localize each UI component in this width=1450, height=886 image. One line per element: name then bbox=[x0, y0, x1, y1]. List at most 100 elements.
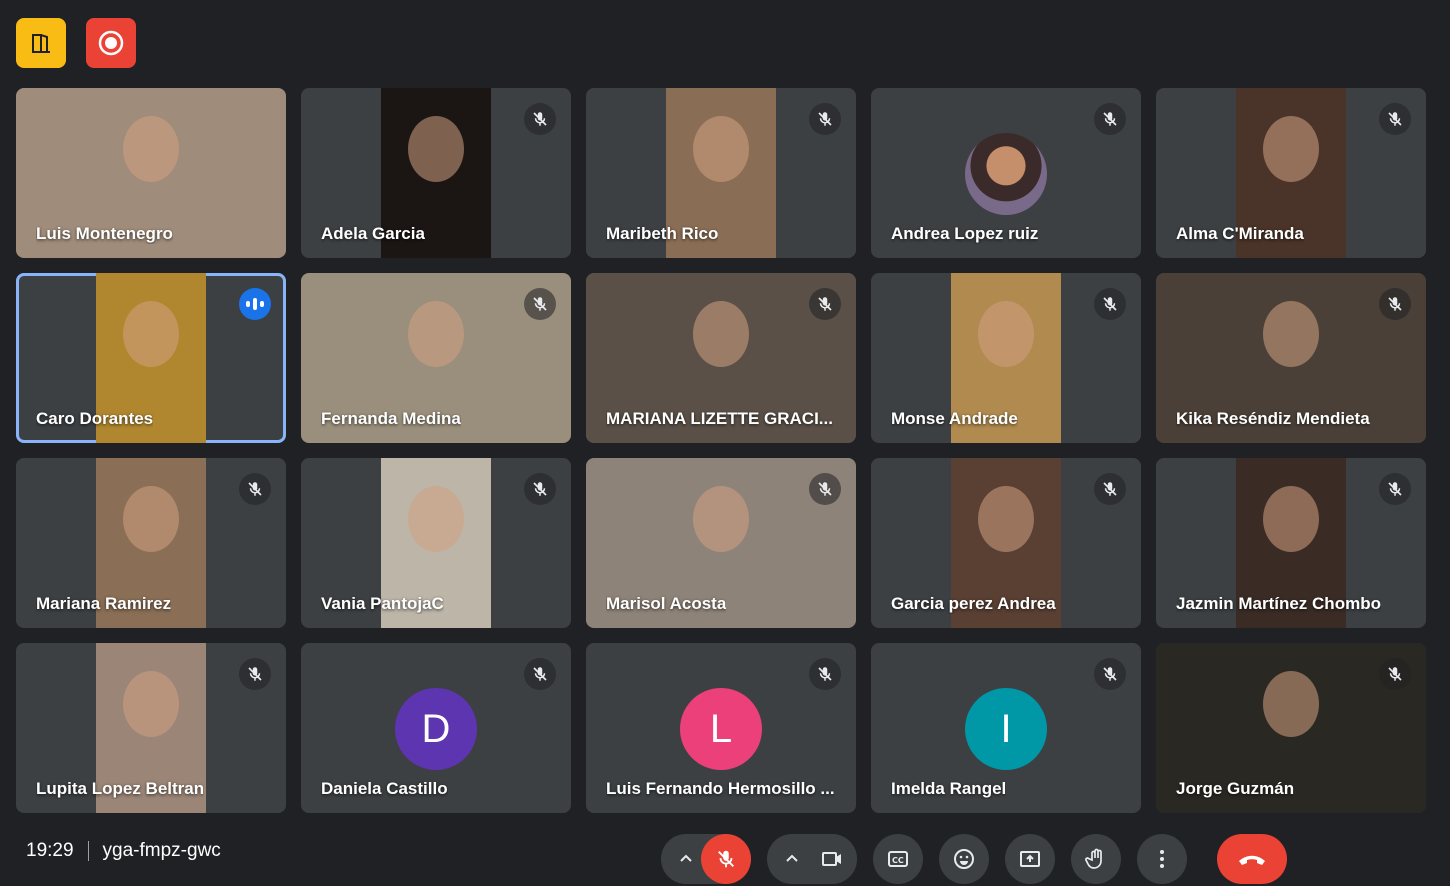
participant-tile[interactable]: Alma C'Miranda bbox=[1156, 88, 1426, 258]
captions-button[interactable]: CC bbox=[873, 834, 923, 884]
bottom-bar: 19:29 yga-fmpz-gwc CC bbox=[0, 826, 1450, 886]
microphone-off-icon bbox=[809, 658, 841, 690]
microphone-off-icon bbox=[1094, 473, 1126, 505]
present-screen-icon bbox=[1018, 847, 1042, 871]
raise-hand-button[interactable] bbox=[1071, 834, 1121, 884]
more-options-button[interactable] bbox=[1137, 834, 1187, 884]
leave-door-badge[interactable] bbox=[16, 18, 66, 68]
top-badges bbox=[16, 18, 136, 68]
participant-tile[interactable]: Caro Dorantes bbox=[16, 273, 286, 443]
participant-tile[interactable]: L Luis Fernando Hermosillo ... bbox=[586, 643, 856, 813]
participant-grid: Luis Montenegro Adela Garcia Maribeth Rico… bbox=[16, 88, 1426, 813]
participant-name: Jorge Guzmán bbox=[1176, 779, 1295, 798]
reactions-button[interactable] bbox=[939, 834, 989, 884]
speaking-indicator-icon bbox=[239, 288, 271, 320]
door-icon bbox=[29, 31, 53, 55]
participant-name: Maribeth Rico bbox=[606, 224, 719, 243]
microphone-off-icon bbox=[1094, 658, 1126, 690]
participant-tile[interactable]: Monse Andrade bbox=[871, 273, 1141, 443]
microphone-off-icon bbox=[1379, 103, 1411, 135]
meeting-info: 19:29 yga-fmpz-gwc bbox=[26, 840, 221, 862]
microphone-off-icon bbox=[239, 473, 271, 505]
microphone-off-icon bbox=[715, 848, 737, 870]
participant-video-face bbox=[978, 486, 1034, 553]
microphone-off-icon bbox=[1379, 288, 1411, 320]
participant-video-face bbox=[123, 486, 179, 553]
participant-tile[interactable]: MARIANA LIZETTE GRACI... bbox=[586, 273, 856, 443]
participant-name: Luis Montenegro bbox=[36, 224, 173, 243]
participant-video-face bbox=[693, 486, 749, 553]
participant-video-face bbox=[123, 116, 179, 183]
participant-name: Mariana Ramirez bbox=[36, 594, 172, 613]
mic-options-chevron-icon[interactable] bbox=[671, 852, 701, 866]
participant-name: Fernanda Medina bbox=[321, 409, 461, 428]
participant-tile[interactable]: Jorge Guzmán bbox=[1156, 643, 1426, 813]
microphone-toggle-button[interactable] bbox=[701, 834, 751, 884]
participant-avatar: I bbox=[965, 688, 1047, 770]
camera-control-group bbox=[767, 834, 857, 884]
meeting-time: 19:29 bbox=[26, 840, 74, 861]
microphone-off-icon bbox=[1379, 658, 1411, 690]
meeting-code[interactable]: yga-fmpz-gwc bbox=[103, 840, 221, 862]
participant-video-face bbox=[693, 301, 749, 368]
participant-tile[interactable]: D Daniela Castillo bbox=[301, 643, 571, 813]
microphone-off-icon bbox=[809, 473, 841, 505]
microphone-off-icon bbox=[524, 103, 556, 135]
participant-tile[interactable]: I Imelda Rangel bbox=[871, 643, 1141, 813]
participant-video-face bbox=[408, 301, 464, 368]
camera-options-chevron-icon[interactable] bbox=[777, 852, 807, 866]
participant-tile[interactable]: Jazmin Martínez Chombo bbox=[1156, 458, 1426, 628]
participant-name: Imelda Rangel bbox=[891, 779, 1007, 798]
participant-tile[interactable]: Kika Reséndiz Mendieta bbox=[1156, 273, 1426, 443]
participant-tile[interactable]: Mariana Ramirez bbox=[16, 458, 286, 628]
microphone-off-icon bbox=[524, 288, 556, 320]
record-icon bbox=[98, 30, 124, 56]
svg-text:CC: CC bbox=[892, 856, 904, 865]
participant-name: Caro Dorantes bbox=[36, 409, 154, 428]
microphone-off-icon bbox=[1094, 288, 1126, 320]
participant-tile[interactable]: Luis Montenegro bbox=[16, 88, 286, 258]
microphone-off-icon bbox=[524, 473, 556, 505]
participant-tile[interactable]: Adela Garcia bbox=[301, 88, 571, 258]
participant-video-face bbox=[408, 116, 464, 183]
participant-tile[interactable]: Marisol Acosta bbox=[586, 458, 856, 628]
participant-name: Kika Reséndiz Mendieta bbox=[1176, 409, 1370, 428]
participant-name: MARIANA LIZETTE GRACI... bbox=[606, 409, 833, 428]
camera-toggle-button[interactable] bbox=[807, 834, 857, 884]
recording-badge[interactable] bbox=[86, 18, 136, 68]
participant-tile[interactable]: Lupita Lopez Beltran bbox=[16, 643, 286, 813]
participant-tile[interactable]: Fernanda Medina bbox=[301, 273, 571, 443]
participant-name: Monse Andrade bbox=[891, 409, 1018, 428]
participant-tile[interactable]: Vania PantojaC bbox=[301, 458, 571, 628]
microphone-off-icon bbox=[1379, 473, 1411, 505]
participant-name: Jazmin Martínez Chombo bbox=[1176, 594, 1381, 613]
participant-name: Garcia perez Andrea bbox=[891, 594, 1056, 613]
participant-video-face bbox=[408, 486, 464, 553]
emoji-icon bbox=[952, 847, 976, 871]
participant-name: Adela Garcia bbox=[321, 224, 425, 243]
participant-avatar: D bbox=[395, 688, 477, 770]
mic-control-group bbox=[661, 834, 751, 884]
participant-name: Lupita Lopez Beltran bbox=[36, 779, 205, 798]
hang-up-button[interactable] bbox=[1217, 834, 1287, 884]
microphone-off-icon bbox=[1094, 103, 1126, 135]
participant-video-face bbox=[123, 301, 179, 368]
microphone-off-icon bbox=[809, 103, 841, 135]
microphone-off-icon bbox=[239, 658, 271, 690]
present-screen-button[interactable] bbox=[1005, 834, 1055, 884]
participant-tile[interactable]: Garcia perez Andrea bbox=[871, 458, 1141, 628]
raise-hand-icon bbox=[1084, 847, 1108, 871]
participant-name: Vania PantojaC bbox=[321, 594, 444, 613]
participant-tile[interactable]: Maribeth Rico bbox=[586, 88, 856, 258]
captions-icon: CC bbox=[886, 847, 910, 871]
participant-name: Marisol Acosta bbox=[606, 594, 727, 613]
hang-up-icon bbox=[1236, 849, 1268, 869]
participant-video-face bbox=[1263, 301, 1319, 368]
participant-video-face bbox=[1263, 116, 1319, 183]
camera-icon bbox=[820, 847, 844, 871]
participant-video-face bbox=[978, 301, 1034, 368]
participant-tile[interactable]: Andrea Lopez ruiz bbox=[871, 88, 1141, 258]
participant-video-face bbox=[1263, 671, 1319, 738]
participant-photo-avatar bbox=[965, 133, 1047, 215]
more-options-icon bbox=[1150, 847, 1174, 871]
